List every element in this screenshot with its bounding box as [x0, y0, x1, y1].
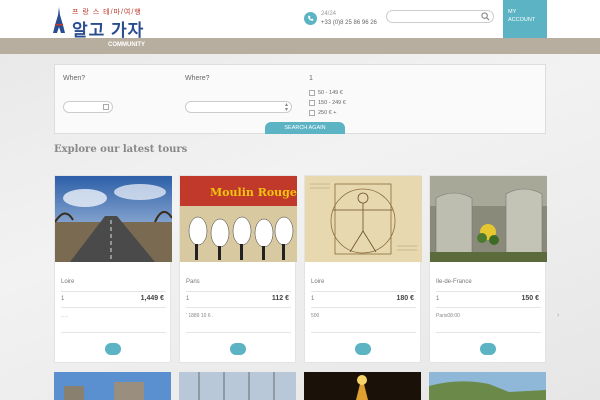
price-filter-2[interactable]: 150 - 249 €	[309, 100, 369, 108]
tour-location: Paris	[186, 279, 200, 285]
tour-card-partial[interactable]	[179, 372, 296, 400]
price-filter-3[interactable]: 250 € +	[309, 110, 369, 118]
tour-details-button[interactable]	[105, 343, 121, 355]
harbor-image[interactable]	[179, 372, 296, 400]
tour-price: 1,449 €	[140, 295, 164, 302]
tour-details-button[interactable]	[355, 343, 371, 355]
tour-count: 1	[436, 296, 440, 302]
divider	[186, 291, 291, 292]
divider	[436, 307, 541, 308]
divider	[436, 332, 541, 333]
price-filter-1[interactable]: 50 - 149 €	[309, 90, 369, 98]
tour-details-button[interactable]	[230, 343, 246, 355]
checkbox[interactable]	[309, 100, 315, 106]
phone-number: +33 (0)8 25 86 96 26	[321, 20, 377, 26]
tour-card-partial[interactable]	[429, 372, 546, 400]
divider	[436, 291, 541, 292]
nav-item-community[interactable]: COMMUNITY	[108, 42, 145, 48]
tour-card[interactable]: Moulin Rouge Paris 1 112 € ' 1889 10 6 .	[179, 175, 297, 363]
search-icon[interactable]	[481, 12, 490, 21]
where-label: Where?	[185, 75, 210, 82]
price-filter-label: 150 - 249 €	[318, 100, 346, 106]
svg-text:Moulin Rouge: Moulin Rouge	[210, 186, 297, 199]
carousel-next-icon[interactable]: ›	[557, 312, 559, 319]
tour-count: 1	[311, 296, 315, 302]
divider	[61, 307, 166, 308]
tour-card[interactable]: Loire 1 180 € 500	[304, 175, 422, 363]
when-label: When?	[63, 75, 86, 82]
tour-location: Loire	[311, 279, 325, 285]
divider	[311, 291, 416, 292]
tour-location: Ile-de-France	[436, 279, 472, 285]
traveler-count: 1	[309, 75, 313, 82]
phone-contact: 24/24 +33 (0)8 25 86 96 26	[304, 9, 384, 31]
tour-price: 180 €	[396, 295, 414, 302]
phone-hours: 24/24	[321, 11, 337, 17]
logo[interactable]: 프 랑 스 테/마/여/행 알고 가자	[52, 5, 152, 40]
tour-description: ' 1889 10 6 .	[186, 313, 214, 319]
divider	[61, 291, 166, 292]
divider	[61, 332, 166, 333]
vitruvian-icon[interactable]	[305, 176, 422, 262]
tour-price: 150 €	[521, 295, 539, 302]
divider	[311, 307, 416, 308]
header: 프 랑 스 테/마/여/행 알고 가자 24/24 +33 (0)8 25 86…	[0, 0, 600, 52]
date-input[interactable]	[63, 101, 113, 113]
tour-location: Loire	[61, 279, 75, 285]
tour-description: Paris08:00	[436, 313, 460, 319]
night-tower-image[interactable]	[304, 372, 421, 400]
main-nav: COMMUNITY	[0, 38, 600, 54]
tour-card-partial[interactable]	[304, 372, 421, 400]
search-again-button[interactable]: SEARCH AGAIN	[265, 122, 345, 134]
tour-count: 1	[61, 296, 65, 302]
city-image[interactable]	[54, 372, 171, 400]
where-select[interactable]: ▴ ▾	[185, 101, 292, 113]
section-title: Explore our latest tours	[54, 144, 188, 155]
search-input[interactable]	[386, 10, 494, 23]
checkbox[interactable]	[309, 90, 315, 96]
my-account-label: MY ACCOUNT	[508, 9, 536, 23]
tour-description: .. ..	[61, 313, 68, 319]
tour-price: 112 €	[271, 295, 289, 302]
tour-details-button[interactable]	[480, 343, 496, 355]
price-filter-label: 250 € +	[318, 110, 337, 116]
phone-icon	[304, 12, 317, 25]
divider	[311, 332, 416, 333]
eiffel-tower-icon	[53, 7, 65, 33]
price-filter-label: 50 - 149 €	[318, 90, 343, 96]
tour-count: 1	[186, 296, 190, 302]
tour-description: 500	[311, 313, 320, 319]
tour-card-partial[interactable]	[54, 372, 171, 400]
divider	[186, 332, 291, 333]
cliff-image[interactable]	[429, 372, 546, 400]
moulin-rouge-icon[interactable]: Moulin Rouge	[180, 176, 297, 262]
tour-card[interactable]: Loire 1 1,449 € .. ..	[54, 175, 172, 363]
graves-icon[interactable]	[430, 176, 547, 262]
divider	[186, 307, 291, 308]
select-arrows-icon: ▴ ▾	[284, 102, 288, 113]
road-icon[interactable]	[55, 176, 172, 262]
calendar-icon[interactable]	[103, 104, 109, 110]
checkbox[interactable]	[309, 110, 315, 116]
tour-card[interactable]: Ile-de-France 1 150 € Paris08:00	[429, 175, 547, 363]
